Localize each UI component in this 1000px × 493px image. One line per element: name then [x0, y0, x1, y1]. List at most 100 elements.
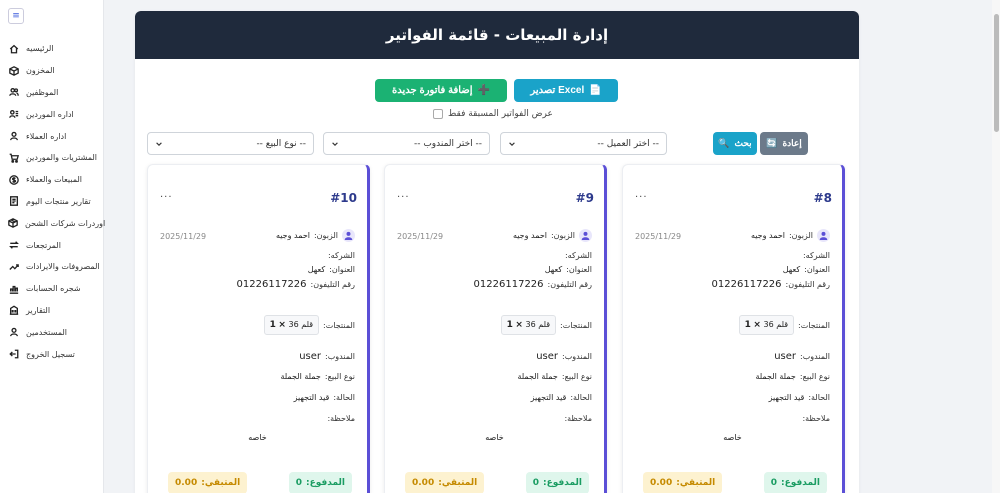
product-chip: قلم 36 × 1 — [500, 315, 557, 335]
sale-type-select[interactable]: -- نوع البيع -- — [147, 132, 314, 155]
sidebar-item-logout[interactable]: تسجيل الخروج — [0, 343, 104, 365]
return-arrows-icon — [8, 240, 19, 251]
remaining-label: المتبقي: — [201, 478, 241, 488]
sidebar-item-daily-reports[interactable]: تقارير منتجات اليوم — [0, 191, 104, 213]
rep-select[interactable]: -- اختر المندوب -- — [323, 132, 490, 155]
company-label: الشركه: — [327, 251, 355, 260]
paid-badge: المدفوع: 0 — [525, 472, 589, 493]
customer-select[interactable]: -- اختر العميل -- — [500, 132, 667, 155]
export-excel-label: Excel تصدير — [530, 85, 585, 96]
address-label: العنوان: — [329, 265, 355, 274]
add-invoice-label: إضافة فاتورة جديدة — [392, 85, 473, 96]
status-row: الحالة: قيد التجهيز — [769, 393, 830, 402]
sidebar-item-sales[interactable]: المبيعات والعملاء — [0, 169, 104, 191]
add-invoice-button[interactable]: ➕ إضافة فاتورة جديدة — [375, 79, 507, 102]
product-chip: قلم 36 × 1 — [738, 315, 795, 335]
sale-type-value: جملة الجملة — [517, 372, 558, 381]
chevron-down-icon — [332, 141, 338, 146]
remaining-value: 0.00 — [175, 478, 198, 488]
status-row: الحالة: قيد التجهيز — [294, 393, 355, 402]
invoice-card[interactable]: #8 ... الزبون: احمد وجيه 2025/11/29 الشر… — [622, 164, 845, 493]
menu-toggle-icon[interactable]: ≡ — [8, 8, 24, 24]
sidebar-item-users[interactable]: المستخدمين — [0, 321, 104, 343]
invoice-date: 2025/11/29 — [160, 232, 207, 241]
rep-label: المندوب: — [800, 352, 830, 361]
page-scrollbar[interactable] — [992, 0, 1000, 493]
paid-badge: المدفوع: 0 — [763, 472, 827, 493]
invoice-number: #9 — [575, 191, 594, 205]
phone-row: رقم التليفون: 01226117226 — [474, 279, 592, 290]
more-options-icon[interactable]: ... — [397, 189, 410, 200]
paid-badge: المدفوع: 0 — [288, 472, 352, 493]
shipping-box-icon — [8, 218, 18, 229]
more-options-icon[interactable]: ... — [160, 189, 173, 200]
notes-label: ملاحظة: — [564, 414, 592, 423]
rep-row: المندوب: user — [299, 351, 355, 362]
company-label: الشركه: — [564, 251, 592, 260]
phone-label: رقم التليفون: — [547, 280, 592, 289]
sidebar-item-label: تقارير منتجات اليوم — [26, 196, 91, 206]
customer-row: الزبون: احمد وجيه — [751, 229, 830, 242]
reset-button[interactable]: إعادة 🔄 — [760, 132, 808, 155]
sidebar-item-label: المستخدمين — [26, 327, 67, 337]
search-label: بحث — [734, 138, 752, 148]
sidebar-item-label: اوردرات شركات الشحن — [25, 218, 106, 228]
company-row: الشركه: — [565, 251, 592, 260]
sidebar-item-purchases[interactable]: المشتريات والموردين — [0, 147, 104, 169]
status-label: الحالة: — [570, 393, 592, 402]
sidebar-item-employees[interactable]: الموظفين — [0, 82, 104, 104]
sale-type-label: نوع البيع: — [324, 372, 355, 381]
sidebar-item-returns[interactable]: المرتجعات — [0, 234, 104, 256]
sidebar-item-accounts-tree[interactable]: شجره الحسابات — [0, 278, 104, 300]
remaining-badge: المتبقي: 0.00 — [643, 472, 723, 493]
sidebar-item-expenses[interactable]: المصروفات والايرادات — [0, 256, 104, 278]
sale-type-label: نوع البيع: — [561, 372, 592, 381]
notes-row: ملاحظة: — [802, 414, 830, 423]
rep-value: user — [299, 351, 321, 362]
address-value: كعهل — [782, 265, 801, 274]
invoice-number: #10 — [330, 191, 357, 205]
rep-value: user — [536, 351, 558, 362]
products-label: المنتجات: — [323, 320, 355, 330]
product-size: 36 — [525, 320, 536, 329]
invoices-panel: إدارة المبيعات - قائمة الفواتير 📄 Excel … — [135, 11, 859, 493]
sidebar-item-label: الرئيسيه — [26, 44, 54, 54]
chevron-down-icon — [156, 141, 162, 146]
remaining-value: 0.00 — [650, 478, 673, 488]
home-icon — [8, 43, 19, 54]
sidebar-item-label: المشتريات والموردين — [26, 153, 98, 163]
products-row: المنتجات: قلم 36 × 1 — [500, 315, 592, 335]
sidebar-item-reports[interactable]: التقارير — [0, 300, 104, 322]
products-row: المنتجات: قلم 36 × 1 — [738, 315, 830, 335]
document-icon: 📄 — [589, 85, 602, 96]
invoice-card[interactable]: #9 ... الزبون: احمد وجيه 2025/11/29 الشر… — [384, 164, 607, 493]
notes-label: ملاحظة: — [802, 414, 830, 423]
sidebar-item-shipping-orders[interactable]: اوردرات شركات الشحن — [0, 212, 106, 234]
account-icon — [8, 327, 19, 338]
prev-only-toggle[interactable]: عرض الفواتير المسبقة فقط — [433, 109, 553, 119]
sidebar-menu: الرئيسيه المخزون الموظفين اداره الموردين… — [0, 38, 106, 365]
sidebar-item-customers[interactable]: اداره العملاء — [0, 125, 104, 147]
sidebar-item-label: تسجيل الخروج — [26, 349, 75, 359]
search-button[interactable]: بحث 🔍 — [713, 132, 757, 155]
remaining-badge: المتبقي: 0.00 — [405, 472, 485, 493]
more-options-icon[interactable]: ... — [635, 189, 648, 200]
sale-type-value: جملة الجملة — [280, 372, 321, 381]
address-value: كعهل — [307, 265, 326, 274]
status-value: قيد التجهيز — [768, 393, 805, 402]
sidebar-item-label: اداره العملاء — [26, 131, 67, 141]
scrollbar-thumb[interactable] — [994, 14, 999, 132]
notes-row: ملاحظة: — [564, 414, 592, 423]
plus-icon: ➕ — [477, 85, 491, 96]
sidebar-item-inventory[interactable]: المخزون — [0, 60, 104, 82]
export-excel-button[interactable]: 📄 Excel تصدير — [514, 79, 618, 102]
address-label: العنوان: — [804, 265, 830, 274]
phone-value: 01226117226 — [236, 279, 307, 290]
users-icon — [8, 87, 19, 98]
sidebar-item-home[interactable]: الرئيسيه — [0, 38, 104, 60]
prev-only-checkbox[interactable] — [433, 109, 443, 119]
sidebar-item-suppliers[interactable]: اداره الموردين — [0, 103, 104, 125]
address-label: العنوان: — [566, 265, 592, 274]
customer-row: الزبون: احمد وجيه — [276, 229, 355, 242]
invoice-card[interactable]: #10 ... الزبون: احمد وجيه 2025/11/29 الش… — [147, 164, 370, 493]
